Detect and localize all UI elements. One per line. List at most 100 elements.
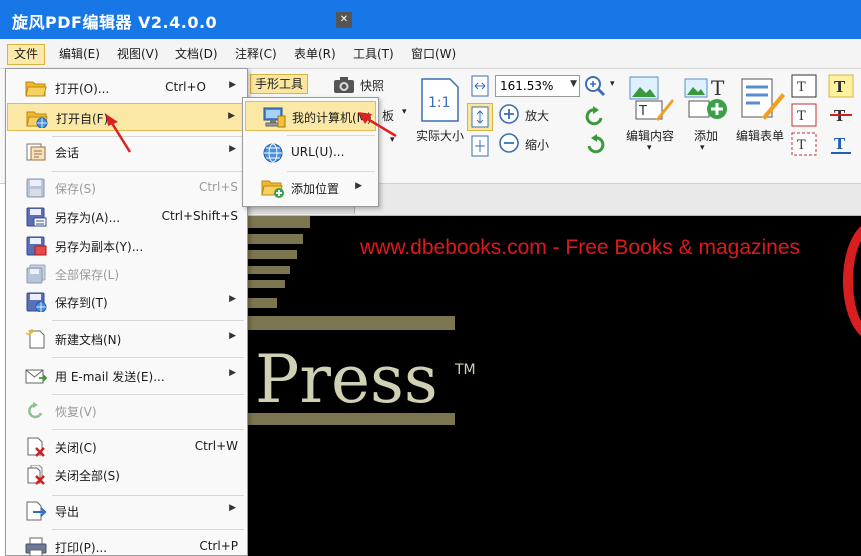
- edit-content-label[interactable]: 编辑内容: [626, 127, 674, 144]
- file-menu-dropdown: 打开(O)... Ctrl+O ▶ 打开自(F) ▶ 会话 ▶ 保存(S) Ct…: [5, 68, 248, 556]
- menu-item-url[interactable]: URL(U)...: [245, 138, 376, 168]
- zoom-tool-dropdown-icon[interactable]: ▾: [610, 79, 615, 89]
- camera-icon[interactable]: [333, 76, 355, 94]
- menu-item-add-location[interactable]: 添加位置 ▶: [245, 173, 376, 203]
- menu-separator: [52, 136, 244, 137]
- save-to-cloud-icon: [26, 292, 47, 312]
- globe-icon: [263, 143, 283, 163]
- chevron-right-icon: ▶: [229, 294, 236, 304]
- snapshot-label[interactable]: 快照: [360, 77, 384, 94]
- menu-item-open-from[interactable]: 打开自(F) ▶: [7, 103, 246, 131]
- menu-item-send-email[interactable]: 用 E-mail 发送(E)... ▶: [7, 363, 246, 389]
- document-view[interactable]: www.dbebooks.com - Free Books & magazine…: [245, 216, 861, 556]
- callout-icon[interactable]: T: [791, 132, 817, 156]
- menu-separator: [52, 171, 244, 172]
- menu-view[interactable]: 视图(V): [110, 44, 166, 65]
- menu-window[interactable]: 窗口(W): [404, 44, 463, 65]
- menu-separator: [287, 171, 375, 172]
- menu-item-print[interactable]: 打印(P)... Ctrl+P: [7, 534, 246, 556]
- save-all-icon: [26, 264, 46, 284]
- export-icon: [26, 501, 47, 521]
- highlight-text-icon[interactable]: T: [828, 74, 854, 98]
- session-icon: [26, 143, 46, 161]
- close-icon[interactable]: ✕: [336, 12, 352, 28]
- panel-dropdown-icon[interactable]: ▾: [402, 107, 407, 117]
- save-copy-icon: [26, 236, 47, 256]
- close-all-icon: [27, 465, 45, 485]
- menu-item-close[interactable]: 关闭(C) Ctrl+W: [7, 434, 246, 460]
- menu-item-save-as[interactable]: 另存为(A)... Ctrl+Shift+S: [7, 204, 246, 230]
- title-bar: 旋风PDF编辑器 V2.4.0.0: [0, 0, 861, 39]
- menu-tools[interactable]: 工具(T): [346, 44, 401, 65]
- edit-content-icon[interactable]: T: [628, 75, 674, 121]
- underline-icon[interactable]: T: [828, 132, 854, 156]
- menu-item-save[interactable]: 保存(S) Ctrl+S: [7, 175, 246, 201]
- panel-partial-label[interactable]: 板: [382, 107, 394, 124]
- zoom-in-label[interactable]: 放大: [525, 107, 549, 124]
- edit-content-dropdown-icon[interactable]: ▾: [647, 143, 652, 153]
- menu-item-close-all[interactable]: 关闭全部(S): [7, 462, 246, 488]
- chevron-right-icon: ▶: [229, 144, 236, 154]
- menu-item-save-copy[interactable]: 另存为副本(Y)...: [7, 233, 246, 259]
- chevron-right-icon: ▶: [355, 181, 362, 191]
- zoom-input[interactable]: [496, 76, 562, 96]
- menu-comment[interactable]: 注释(C): [228, 44, 284, 65]
- svg-text:T: T: [834, 78, 846, 96]
- text-field-icon[interactable]: T: [791, 74, 817, 98]
- fit-visible-icon[interactable]: [470, 135, 490, 157]
- menu-separator: [52, 357, 244, 358]
- svg-text:T: T: [834, 135, 846, 153]
- menu-edit[interactable]: 编辑(E): [52, 44, 107, 65]
- menu-item-revert[interactable]: 恢复(V): [7, 398, 246, 424]
- menu-item-my-computer[interactable]: 我的计算机(M): [245, 101, 376, 131]
- edit-form-icon[interactable]: [740, 75, 786, 121]
- new-document-icon: [25, 329, 45, 349]
- menu-item-session[interactable]: 会话 ▶: [7, 139, 246, 165]
- zoom-in-icon[interactable]: [498, 103, 520, 125]
- actual-size-icon[interactable]: 1:1: [420, 77, 460, 123]
- magnifier-icon[interactable]: [584, 75, 606, 97]
- fit-width-icon[interactable]: [470, 75, 490, 97]
- strikethrough-icon[interactable]: T: [828, 103, 854, 127]
- logo-stripe: [245, 280, 285, 288]
- edit-form-label[interactable]: 编辑表单: [736, 127, 784, 144]
- menu-form[interactable]: 表单(R): [287, 44, 343, 65]
- menu-separator: [52, 529, 244, 530]
- add-object-icon[interactable]: T: [683, 75, 729, 121]
- red-logo-ring: [843, 221, 861, 341]
- menu-bar: 文件 编辑(E) 视图(V) 文档(D) 注释(C) 表单(R) 工具(T) 窗…: [0, 39, 861, 69]
- misc-dropdown-icon[interactable]: ▾: [390, 135, 395, 145]
- chevron-right-icon: ▶: [229, 80, 236, 90]
- hand-tool-button[interactable]: 手形工具: [250, 74, 309, 94]
- svg-text:1:1: 1:1: [428, 95, 451, 111]
- add-dropdown-icon[interactable]: ▾: [700, 143, 705, 153]
- zoom-combobox[interactable]: ▼: [495, 75, 580, 97]
- menu-item-new-document[interactable]: 新建文档(N) ▶: [7, 326, 246, 352]
- menu-document[interactable]: 文档(D): [168, 44, 225, 65]
- folder-globe-icon: [26, 111, 48, 128]
- save-as-icon: [26, 207, 47, 227]
- text-box-icon[interactable]: T: [791, 103, 817, 127]
- trademark-symbol: TM: [455, 362, 476, 378]
- menu-file[interactable]: 文件: [7, 44, 46, 65]
- zoom-out-icon[interactable]: [498, 132, 520, 154]
- chevron-right-icon: ▶: [229, 331, 236, 341]
- floppy-disk-icon: [26, 178, 45, 198]
- menu-item-export[interactable]: 导出 ▶: [7, 498, 246, 524]
- menu-separator: [287, 135, 375, 136]
- rotate-cw-icon[interactable]: [584, 133, 606, 155]
- logo-stripe: [245, 298, 277, 308]
- chevron-down-icon[interactable]: ▼: [570, 79, 577, 89]
- rotate-ccw-icon[interactable]: [584, 105, 606, 127]
- watermark-text: www.dbebooks.com - Free Books & magazine…: [360, 236, 801, 259]
- folder-open-icon: [25, 81, 47, 97]
- menu-item-save-all[interactable]: 全部保存(L): [7, 261, 246, 287]
- fit-page-icon[interactable]: [467, 103, 493, 131]
- actual-size-label[interactable]: 实际大小: [416, 127, 464, 144]
- email-icon: [25, 369, 47, 384]
- menu-item-open[interactable]: 打开(O)... Ctrl+O ▶: [7, 75, 246, 101]
- add-label[interactable]: 添加: [694, 127, 718, 144]
- zoom-out-label[interactable]: 缩小: [525, 136, 549, 153]
- chevron-right-icon: ▶: [229, 368, 236, 378]
- menu-item-save-to[interactable]: 保存到(T) ▶: [7, 289, 246, 315]
